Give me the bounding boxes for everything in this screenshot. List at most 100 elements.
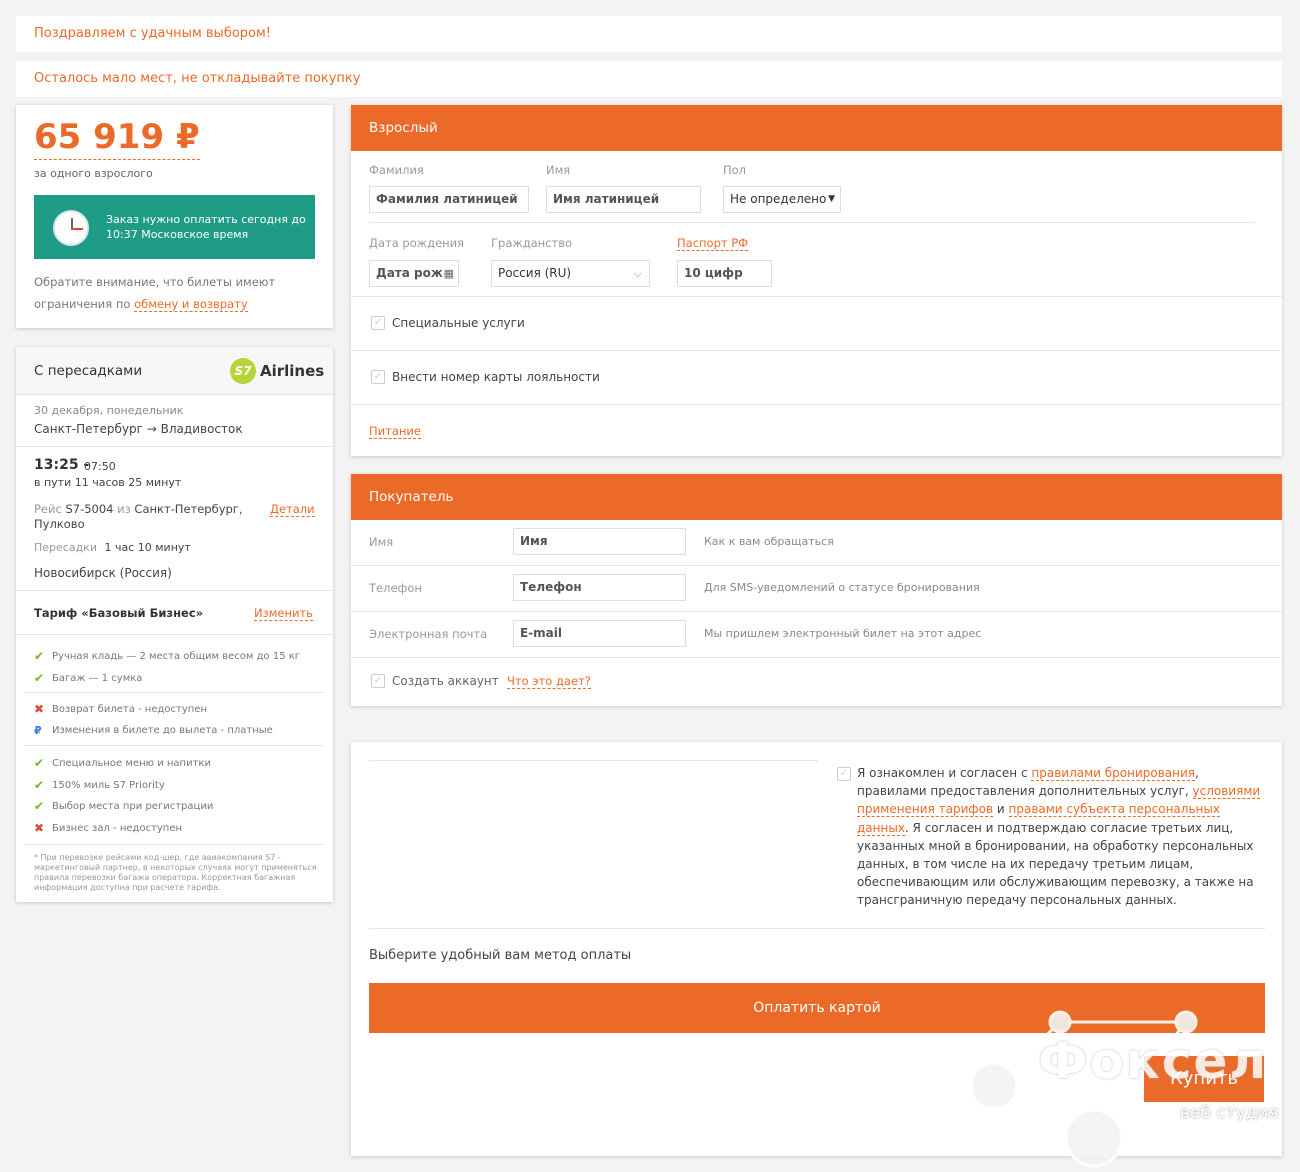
gender-select[interactable]: Не определено ▼ bbox=[723, 186, 841, 213]
loyalty-label: Внести номер карты лояльности bbox=[392, 370, 600, 384]
transfer-info: Пересадки 1 час 10 минут bbox=[34, 541, 191, 554]
passport-input[interactable]: 10 цифр bbox=[677, 260, 772, 287]
airline-logo: S7 Airlines bbox=[230, 357, 324, 385]
payment-method-title: Выберите удобный вам метод оплаты bbox=[369, 948, 632, 963]
what-is-it-link[interactable]: Что это дает? bbox=[507, 674, 591, 689]
citizenship-select[interactable]: Россия (RU) ⌵ bbox=[491, 260, 650, 287]
arrive-time: 07:50 bbox=[84, 460, 116, 473]
check-icon: ✔ bbox=[34, 649, 45, 663]
buyer-name-input[interactable]: Имя bbox=[513, 528, 686, 555]
watermark-title: Фоксел bbox=[1038, 1032, 1269, 1090]
calendar-icon: ▦ bbox=[441, 261, 454, 286]
feature-item: ✖ Бизнес зал - недоступен bbox=[34, 821, 183, 835]
cross-icon: ✖ bbox=[34, 702, 45, 716]
name-input[interactable]: Имя латиницей bbox=[546, 186, 701, 213]
watermark-subtitle: веб студия bbox=[1180, 1103, 1279, 1123]
check-icon: ✔ bbox=[34, 799, 45, 813]
special-services-checkbox[interactable]: ✓ bbox=[371, 316, 385, 330]
phone-hint: Для SMS-уведомлений о статусе бронирован… bbox=[704, 581, 980, 594]
pay-deadline-banner: Заказ нужно оплатить сегодня до 10:37 Мо… bbox=[34, 195, 315, 259]
passport-link[interactable]: Паспорт РФ bbox=[677, 236, 749, 251]
feature-item: ✔ Ручная кладь — 2 места общим весом до 1… bbox=[34, 649, 301, 663]
create-account-checkbox[interactable]: ✓ bbox=[371, 674, 385, 688]
travel-duration: в пути 11 часов 25 минут bbox=[34, 476, 182, 489]
divider bbox=[24, 692, 324, 693]
transfer-time: 1 час 10 минут bbox=[104, 541, 191, 554]
check-icon: ✔ bbox=[34, 756, 45, 770]
pay-deadline-text: Заказ нужно оплатить сегодня до 10:37 Мо… bbox=[106, 213, 306, 241]
divider bbox=[351, 296, 1282, 297]
feature-item: ✔ Выбор места при регистрации bbox=[34, 799, 214, 813]
feature-item: ✔ 150% миль S7 Priority bbox=[34, 778, 165, 792]
divider bbox=[24, 745, 324, 746]
flight-info: Рейс S7-5004 из Санкт-Петербург, Пулково bbox=[34, 502, 249, 532]
transfer-city: Новосибирск (Россия) bbox=[34, 566, 172, 580]
price-total: 65 919 ₽ bbox=[34, 115, 200, 160]
price-card: 65 919 ₽ за одного взрослого Заказ нужно… bbox=[16, 105, 333, 328]
feature-item: ✖ Возврат билета - недоступен bbox=[34, 702, 207, 716]
divider bbox=[16, 634, 333, 635]
divider bbox=[16, 446, 333, 447]
divider bbox=[369, 928, 1265, 929]
create-account-label: Создать аккаунт bbox=[392, 674, 499, 688]
gender-label: Пол bbox=[723, 163, 747, 177]
gender-value: Не определено bbox=[730, 192, 827, 206]
feature-item: ✔ Багаж — 1 сумка bbox=[34, 671, 143, 685]
notice-few-seats: Осталось мало мест, не откладывайте поку… bbox=[16, 61, 1282, 97]
ruble-icon: ₽ bbox=[34, 724, 42, 737]
airline-name: Airlines bbox=[260, 362, 325, 380]
transfer-label: Пересадки bbox=[34, 541, 97, 554]
meal-link[interactable]: Питание bbox=[369, 424, 421, 439]
divider bbox=[351, 565, 1282, 566]
divider bbox=[24, 844, 324, 845]
divider bbox=[369, 760, 818, 761]
restriction-note: Обратите внимание, что билеты имеют огра… bbox=[34, 271, 304, 315]
booking-rules-link[interactable]: правилами бронирования bbox=[1031, 766, 1196, 781]
divider bbox=[351, 350, 1282, 351]
check-icon: ✔ bbox=[34, 671, 45, 685]
surname-input[interactable]: Фамилия латиницей bbox=[369, 186, 529, 213]
notice-congrats: Поздравляем с удачным выбором! bbox=[16, 16, 1282, 52]
clock-icon bbox=[53, 210, 89, 246]
birth-label: Дата рождения bbox=[369, 236, 465, 250]
phone-input[interactable]: Телефон bbox=[513, 574, 686, 601]
cross-icon: ✖ bbox=[34, 821, 45, 835]
buyer-name-label: Имя bbox=[369, 535, 394, 549]
flight-route: Санкт-Петербург → Владивосток bbox=[34, 422, 243, 436]
feature-item: ₽ Изменения в билете до вылета - платные bbox=[34, 724, 273, 737]
special-services-label: Специальные услуги bbox=[392, 316, 525, 330]
adult-form: Взрослый Фамилия Фамилия латиницей Имя И… bbox=[351, 105, 1282, 456]
name-label: Имя bbox=[546, 163, 571, 177]
flight-date: 30 декабря, понедельник bbox=[34, 404, 184, 417]
adult-form-title: Взрослый bbox=[351, 105, 1282, 151]
depart-time: 13:25 - bbox=[34, 457, 90, 473]
birth-input[interactable]: Дата рожд ▦ bbox=[369, 260, 459, 287]
flight-card: С пересадками S7 Airlines 30 декабря, по… bbox=[16, 347, 333, 902]
buyer-name-hint: Как к вам обращаться bbox=[704, 535, 834, 548]
tariff-name: Тариф «Базовый Бизнес» bbox=[34, 606, 204, 620]
email-input[interactable]: E-mail bbox=[513, 620, 686, 647]
exchange-return-link[interactable]: обмену и возврату bbox=[134, 297, 248, 312]
check-icon: ✔ bbox=[34, 778, 45, 792]
divider bbox=[369, 222, 1255, 223]
flight-prefix: Рейс bbox=[34, 502, 62, 516]
dropdown-arrow-icon: ▼ bbox=[828, 194, 835, 204]
flight-number: S7-5004 bbox=[65, 502, 114, 516]
citizenship-value: Россия (RU) bbox=[498, 266, 572, 280]
feature-item: ✔ Специальное меню и напитки bbox=[34, 756, 211, 770]
phone-label: Телефон bbox=[369, 581, 422, 595]
email-hint: Мы пришлем электронный билет на этот адр… bbox=[704, 627, 982, 640]
email-label: Электронная почта bbox=[369, 627, 488, 641]
flight-type: С пересадками bbox=[34, 363, 143, 379]
divider bbox=[351, 404, 1282, 405]
surname-label: Фамилия bbox=[369, 163, 424, 177]
loyalty-checkbox[interactable]: ✓ bbox=[371, 370, 385, 384]
agreement-text: Я ознакомлен и согласен с правилами брон… bbox=[857, 766, 1261, 908]
change-tariff-link[interactable]: Изменить bbox=[254, 606, 313, 621]
details-link[interactable]: Детали bbox=[270, 502, 315, 517]
citizenship-label: Гражданство bbox=[491, 236, 573, 250]
flight-from-word: из bbox=[117, 502, 131, 516]
divider bbox=[351, 611, 1282, 612]
price-subtitle: за одного взрослого bbox=[34, 167, 153, 180]
agree-checkbox[interactable]: ✓ bbox=[837, 767, 851, 781]
